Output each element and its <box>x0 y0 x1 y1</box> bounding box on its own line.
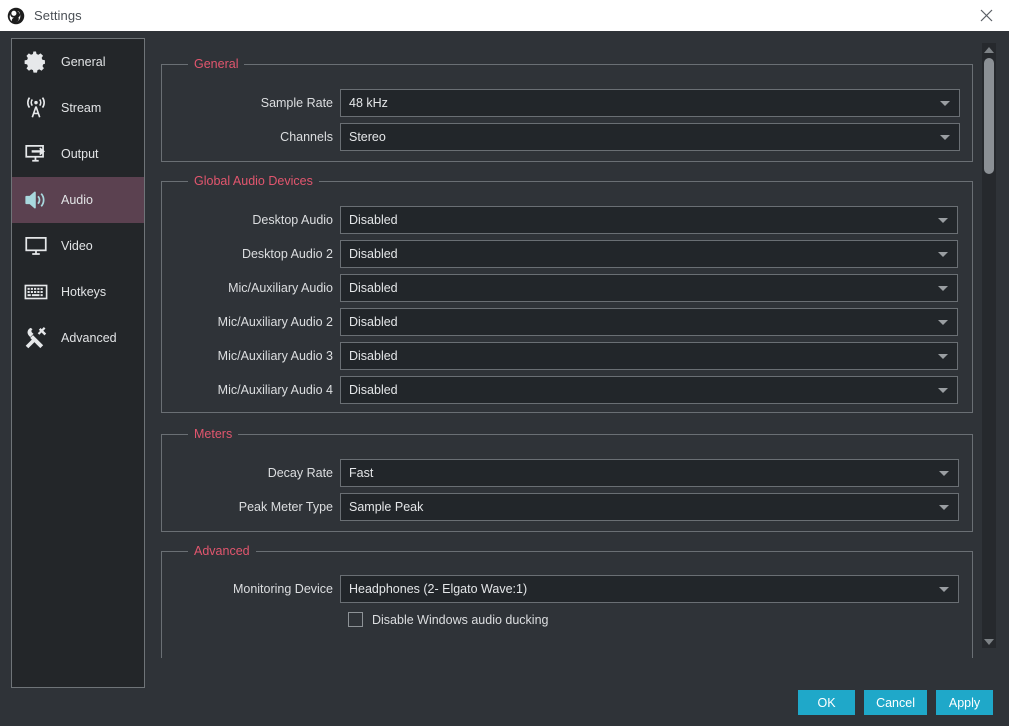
row-label: Sample Rate <box>260 96 333 110</box>
row-label: Mic/Auxiliary Audio <box>228 281 333 295</box>
chevron-down-icon <box>939 587 949 592</box>
keyboard-icon <box>21 277 51 307</box>
row-label: Channels <box>280 130 333 144</box>
monitor-icon <box>21 231 51 261</box>
row-label: Mic/Auxiliary Audio 2 <box>217 315 333 329</box>
mic-aux-audio-4-select[interactable]: Disabled <box>340 376 958 404</box>
sidebar-item-advanced[interactable]: Advanced <box>12 315 144 361</box>
group-title: General <box>188 57 245 71</box>
group-title: Global Audio Devices <box>188 174 319 188</box>
output-icon <box>21 139 51 169</box>
row-label: Desktop Audio 2 <box>241 247 333 261</box>
settings-sidebar: General Stream Output Audio Video Hotkey… <box>11 38 145 688</box>
group-title: Advanced <box>188 544 256 558</box>
row-peak-meter-type: Peak Meter Type Sample Peak <box>161 493 973 521</box>
sidebar-item-label: Advanced <box>61 331 117 345</box>
sidebar-item-label: Video <box>61 239 93 253</box>
cancel-button[interactable]: Cancel <box>864 690 927 715</box>
desktop-audio-select[interactable]: Disabled <box>340 206 958 234</box>
mic-aux-audio-3-value: Disabled <box>349 349 398 363</box>
monitoring-device-select[interactable]: Headphones (2- Elgato Wave:1) <box>340 575 959 603</box>
row-monitoring-device: Monitoring Device Headphones (2- Elgato … <box>161 575 973 603</box>
channels-value: Stereo <box>349 130 386 144</box>
row-decay-rate: Decay Rate Fast <box>161 459 973 487</box>
sample-rate-value: 48 kHz <box>349 96 388 110</box>
monitoring-device-value: Headphones (2- Elgato Wave:1) <box>349 582 528 596</box>
scroll-up-arrow-icon[interactable] <box>982 43 996 56</box>
row-label: Desktop Audio <box>252 213 333 227</box>
channels-select[interactable]: Stereo <box>340 123 960 151</box>
row-mic-aux-audio-3: Mic/Auxiliary Audio 3 Disabled <box>161 342 973 370</box>
chevron-down-icon <box>940 101 950 106</box>
row-label: Monitoring Device <box>232 582 333 596</box>
mic-aux-audio-4-value: Disabled <box>349 383 398 397</box>
peak-meter-type-value: Sample Peak <box>349 500 424 514</box>
disable-audio-ducking-label: Disable Windows audio ducking <box>372 612 549 627</box>
chevron-down-icon <box>938 320 948 325</box>
sidebar-item-hotkeys[interactable]: Hotkeys <box>12 269 144 315</box>
mic-aux-audio-value: Disabled <box>349 281 398 295</box>
disable-audio-ducking-checkbox-row[interactable]: Disable Windows audio ducking <box>348 612 548 627</box>
decay-rate-select[interactable]: Fast <box>340 459 959 487</box>
decay-rate-value: Fast <box>349 466 374 480</box>
row-label: Mic/Auxiliary Audio 3 <box>217 349 333 363</box>
speaker-icon <box>21 185 51 215</box>
mic-aux-audio-2-value: Disabled <box>349 315 398 329</box>
mic-aux-audio-3-select[interactable]: Disabled <box>340 342 958 370</box>
row-desktop-audio: Desktop Audio Disabled <box>161 206 973 234</box>
desktop-audio-value: Disabled <box>349 213 398 227</box>
desktop-audio-2-select[interactable]: Disabled <box>340 240 958 268</box>
chevron-down-icon <box>940 135 950 140</box>
sidebar-item-audio[interactable]: Audio <box>12 177 144 223</box>
sidebar-item-general[interactable]: General <box>12 39 144 85</box>
scrollbar-thumb[interactable] <box>984 58 994 174</box>
row-desktop-audio-2: Desktop Audio 2 Disabled <box>161 240 973 268</box>
row-mic-aux-audio: Mic/Auxiliary Audio Disabled <box>161 274 973 302</box>
chevron-down-icon <box>939 471 949 476</box>
disable-audio-ducking-checkbox[interactable] <box>348 612 363 627</box>
mic-aux-audio-select[interactable]: Disabled <box>340 274 958 302</box>
desktop-audio-2-value: Disabled <box>349 247 398 261</box>
chevron-down-icon <box>938 354 948 359</box>
chevron-down-icon <box>938 388 948 393</box>
sidebar-item-label: Audio <box>61 193 93 207</box>
sidebar-item-label: General <box>61 55 106 69</box>
scroll-down-arrow-icon[interactable] <box>982 635 996 648</box>
peak-meter-type-select[interactable]: Sample Peak <box>340 493 959 521</box>
row-label: Peak Meter Type <box>238 500 333 514</box>
chevron-down-icon <box>939 505 949 510</box>
row-label: Decay Rate <box>267 466 333 480</box>
close-icon[interactable] <box>963 0 1009 31</box>
dialog-button-bar: OK Cancel Apply <box>798 690 993 715</box>
sample-rate-select[interactable]: 48 kHz <box>340 89 960 117</box>
ok-button[interactable]: OK <box>798 690 856 715</box>
sidebar-item-label: Stream <box>61 101 102 115</box>
tools-icon <box>21 323 51 353</box>
sidebar-item-output[interactable]: Output <box>12 131 144 177</box>
sidebar-item-label: Hotkeys <box>61 285 107 299</box>
group-title: Meters <box>188 427 239 441</box>
row-mic-aux-audio-4: Mic/Auxiliary Audio 4 Disabled <box>161 376 973 404</box>
row-sample-rate: Sample Rate 48 kHz <box>161 89 973 117</box>
sidebar-item-label: Output <box>61 147 99 161</box>
chevron-down-icon <box>938 252 948 257</box>
window-title: Settings <box>34 8 82 23</box>
chevron-down-icon <box>938 286 948 291</box>
mic-aux-audio-2-select[interactable]: Disabled <box>340 308 958 336</box>
chevron-down-icon <box>938 218 948 223</box>
sidebar-item-stream[interactable]: Stream <box>12 85 144 131</box>
content-scrollbar[interactable] <box>982 43 996 648</box>
title-bar: Settings <box>0 0 1009 31</box>
apply-button[interactable]: Apply <box>936 690 993 715</box>
row-label: Mic/Auxiliary Audio 4 <box>217 383 333 397</box>
row-mic-aux-audio-2: Mic/Auxiliary Audio 2 Disabled <box>161 308 973 336</box>
broadcast-icon <box>21 93 51 123</box>
settings-content-pane: General Sample Rate 48 kHz Channels Ster… <box>155 38 977 658</box>
obs-logo-icon <box>7 7 25 24</box>
group-advanced: Advanced <box>161 544 973 658</box>
row-channels: Channels Stereo <box>161 123 973 151</box>
gear-icon <box>21 47 51 77</box>
sidebar-item-video[interactable]: Video <box>12 223 144 269</box>
